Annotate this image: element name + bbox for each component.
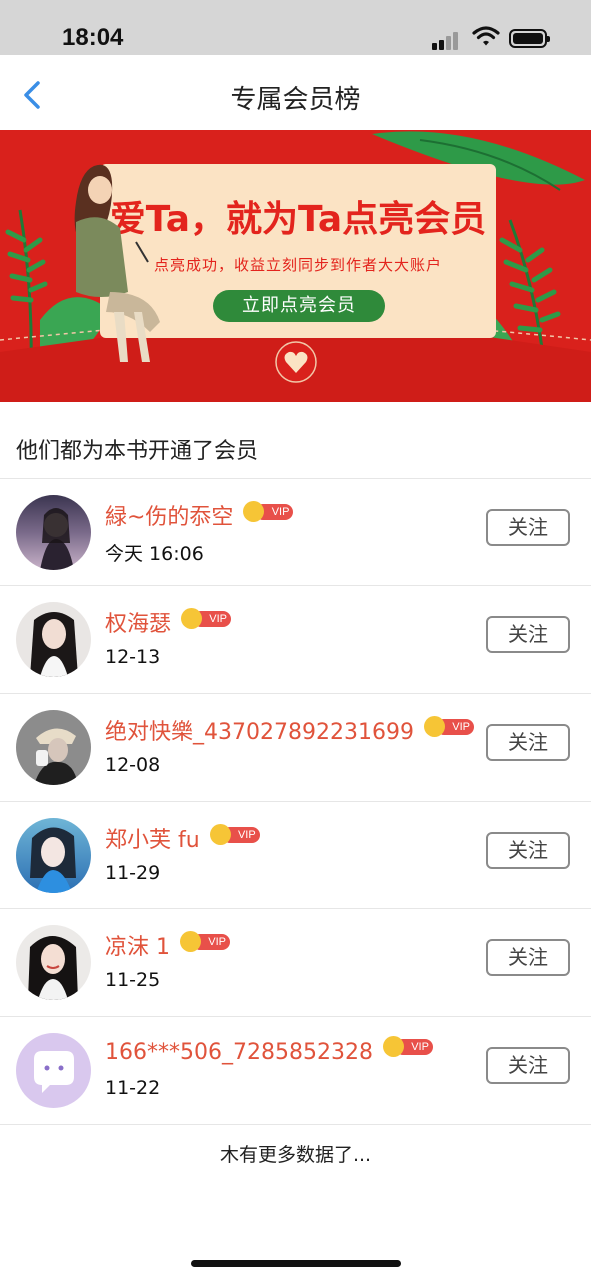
avatar[interactable] (16, 495, 91, 570)
member-date: 11-29 (105, 862, 161, 884)
member-row[interactable]: 绝对快樂_437027892231699 VIP 12-08 关注 (0, 694, 591, 801)
vip-badge: VIP (180, 931, 230, 952)
crown-icon (423, 716, 445, 737)
member-date: 今天 16:06 (105, 543, 204, 565)
vip-badge: VIP (209, 824, 260, 845)
member-date: 11-25 (105, 969, 161, 991)
activate-membership-button[interactable]: 立即点亮会员 (213, 290, 385, 322)
battery-icon (509, 29, 550, 48)
vip-badge: VIP (243, 501, 294, 522)
member-date: 12-08 (105, 754, 161, 776)
follow-button[interactable]: 关注 (486, 832, 570, 869)
avatar[interactable] (16, 1033, 91, 1108)
crown-icon (181, 608, 203, 629)
member-name[interactable]: 凉沫 1 VIP (105, 929, 230, 961)
follow-button[interactable]: 关注 (486, 509, 570, 546)
status-bar: 18:04 (0, 0, 591, 55)
follow-button[interactable]: 关注 (486, 616, 570, 653)
cellular-signal-icon (432, 30, 464, 50)
nav-bar: 专属会员榜 (0, 55, 591, 130)
member-row[interactable]: 郑小芙 fu VIP 11-29 关注 (0, 802, 591, 909)
member-row[interactable]: 凉沫 1 VIP 11-25 关注 (0, 909, 591, 1016)
member-name[interactable]: 郑小芙 fu VIP (105, 822, 260, 854)
member-date: 11-22 (105, 1077, 161, 1099)
section-title: 他们都为本书开通了会员 (16, 439, 259, 464)
member-row[interactable]: 緑~伤的忝空 VIP 今天 16:06 关注 (0, 479, 591, 586)
follow-button[interactable]: 关注 (486, 939, 570, 976)
member-row[interactable]: 166***506_7285852328 VIP 11-22 关注 (0, 1017, 591, 1124)
crown-icon (382, 1036, 404, 1057)
follow-button[interactable]: 关注 (486, 724, 570, 761)
member-name[interactable]: 绝对快樂_437027892231699 VIP (105, 714, 474, 746)
crown-icon (209, 824, 231, 845)
divider (0, 1124, 591, 1125)
member-date: 12-13 (105, 646, 161, 668)
avatar[interactable] (16, 602, 91, 677)
vip-badge: VIP (382, 1036, 433, 1057)
member-row[interactable]: 权海瑟 VIP 12-13 关注 (0, 586, 591, 693)
member-name[interactable]: 权海瑟 VIP (105, 606, 232, 638)
promo-banner[interactable]: 爱Ta，就为Ta点亮会员 点亮成功，收益立刻同步到作者大大账户 立即点亮会员 (0, 130, 591, 402)
member-name[interactable]: 166***506_7285852328 VIP (105, 1036, 433, 1065)
page-title: 专属会员榜 (230, 85, 361, 115)
avatar[interactable] (16, 925, 91, 1000)
status-time: 18:04 (62, 24, 124, 51)
vip-badge: VIP (423, 716, 474, 737)
wifi-icon (472, 26, 500, 46)
avatar[interactable] (16, 710, 91, 785)
home-indicator[interactable] (191, 1260, 401, 1267)
member-name[interactable]: 緑~伤的忝空 VIP (105, 499, 294, 531)
follow-button[interactable]: 关注 (486, 1047, 570, 1084)
end-of-list-text: 木有更多数据了... (219, 1144, 372, 1166)
avatar[interactable] (16, 818, 91, 893)
vip-badge: VIP (181, 608, 232, 629)
crown-icon (180, 931, 201, 952)
girl-illustration (74, 164, 160, 362)
